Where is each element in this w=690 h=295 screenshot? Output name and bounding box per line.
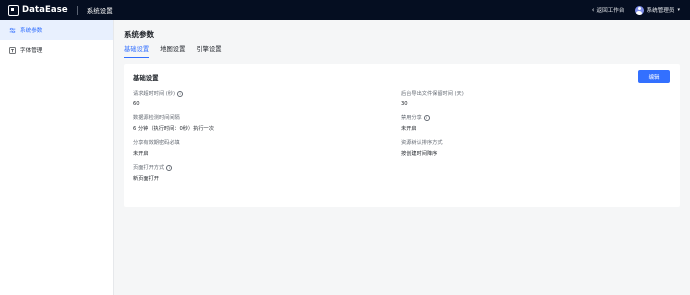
field-disable-share: 禁用分享 i 未开启 (401, 114, 430, 132)
field-label: 请求超时时间 (秒) (133, 91, 176, 97)
info-icon[interactable]: i (177, 90, 184, 97)
tab-map-settings[interactable]: 地图设置 (160, 44, 185, 58)
field-value: 按创建时间降序 (401, 151, 438, 157)
field-label: 禁用分享 (401, 115, 422, 121)
field-value: 新页面打开 (133, 176, 159, 182)
basic-settings-card: 基础设置 编辑 请求超时时间 (秒) i 60 数据源检测时间间隔 6 分钟（执… (124, 64, 680, 207)
main-content: 系统参数 基础设置 地图设置 引擎设置 基础设置 编辑 请求超时时间 (秒) i… (114, 20, 690, 295)
info-icon[interactable]: i (423, 114, 430, 121)
field-value: 未开启 (133, 151, 149, 157)
top-navigation-bar: DataEase 系统设置 ‹ 返回工作台 系统管理员 ▾ (0, 0, 690, 20)
back-to-workbench-label: 返回工作台 (596, 8, 625, 14)
back-to-workbench-link[interactable]: ‹ 返回工作台 (592, 6, 625, 14)
field-label: 资源树认排序方式 (401, 140, 443, 146)
sliders-icon (9, 27, 16, 33)
tab-engine-settings[interactable]: 引擎设置 (196, 44, 221, 58)
user-name: 系统管理员 (646, 8, 675, 14)
settings-tabs: 基础设置 地图设置 引擎设置 (124, 44, 222, 58)
brand-name: DataEase (22, 5, 68, 15)
card-title: 基础设置 (133, 74, 159, 82)
topbar-divider (76, 5, 78, 15)
field-resource-tree-sort: 资源树认排序方式 按创建时间降序 (401, 139, 443, 157)
dataease-logo-icon (8, 4, 19, 16)
brand-logo[interactable]: DataEase (8, 0, 68, 20)
tab-basic-settings[interactable]: 基础设置 (124, 44, 150, 58)
field-export-file-retention: 后台导出文件保留时间 (天) 30 (401, 90, 464, 107)
field-value: 60 (133, 101, 140, 107)
sidebar: 系统参数 字体管理 (0, 20, 114, 295)
field-request-timeout: 请求超时时间 (秒) i 60 (133, 90, 184, 107)
field-datasource-check-interval: 数据源检测时间间隔 6 分钟（执行时间：0秒）执行一次 (133, 114, 214, 132)
sidebar-item-font-management[interactable]: 字体管理 (0, 40, 113, 60)
field-value: 30 (401, 101, 408, 107)
field-page-open-mode: 页面打开方式 i 新页面打开 (133, 164, 173, 182)
sidebar-item-label: 系统参数 (20, 28, 43, 34)
edit-button[interactable]: 编辑 (638, 70, 670, 83)
field-label: 页面打开方式 (133, 165, 165, 171)
page-title: 系统参数 (124, 30, 154, 39)
font-icon (9, 46, 16, 54)
field-value: 未开启 (401, 126, 417, 132)
user-menu[interactable]: 系统管理员 ▾ (634, 5, 680, 15)
topbar-right-group: ‹ 返回工作台 系统管理员 ▾ (592, 0, 680, 20)
sidebar-item-label: 字体管理 (20, 48, 43, 54)
field-value: 6 分钟（执行时间：0秒）执行一次 (133, 126, 214, 132)
chevron-left-icon: ‹ (591, 5, 595, 14)
chevron-down-icon: ▾ (677, 7, 680, 13)
sidebar-item-system-params[interactable]: 系统参数 (0, 20, 113, 40)
field-share-password-required: 分享有效期密码必填 未开启 (133, 139, 180, 157)
topbar-section-title: 系统设置 (86, 7, 113, 15)
field-label: 后台导出文件保留时间 (天) (401, 91, 464, 97)
info-icon[interactable]: i (166, 164, 173, 171)
field-label: 数据源检测时间间隔 (133, 115, 180, 121)
avatar (634, 5, 644, 15)
field-label: 分享有效期密码必填 (133, 140, 180, 146)
